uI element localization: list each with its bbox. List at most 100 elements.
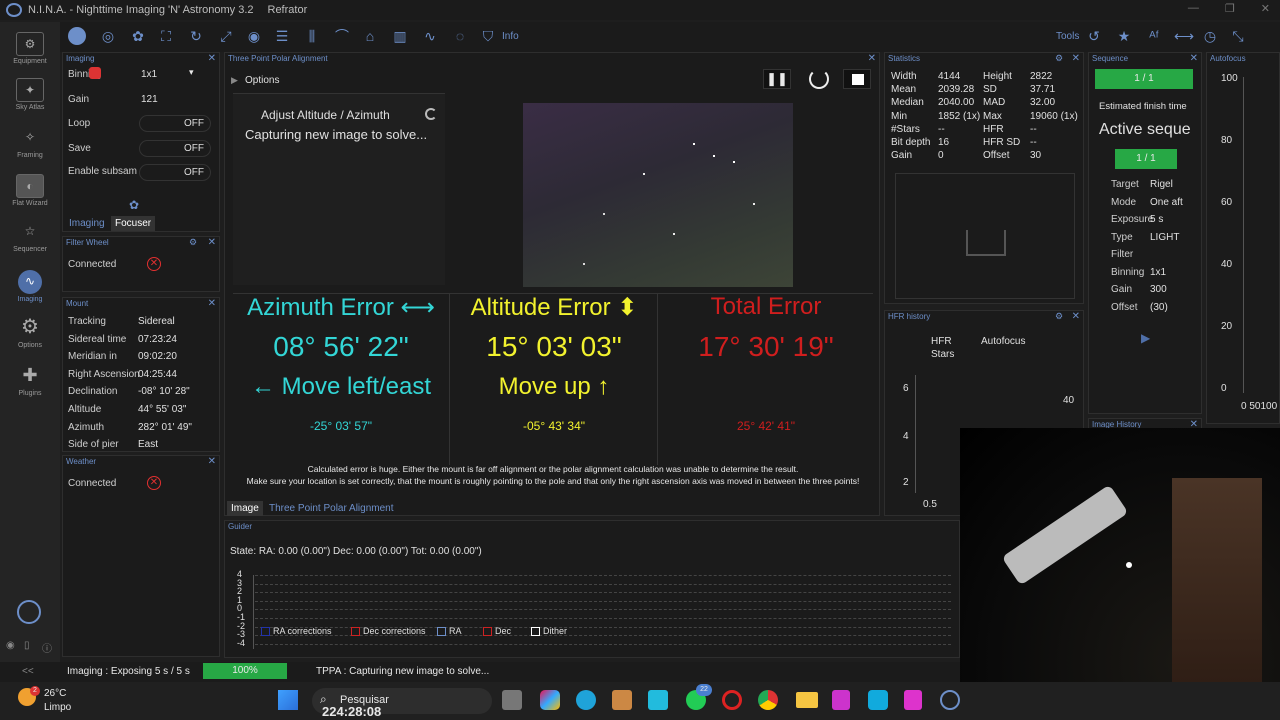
close-icon[interactable]: ✕ [208,456,216,468]
nav-sequencer[interactable]: ☆ Sequencer [0,220,60,253]
capture-button[interactable]: ✿ [129,198,139,212]
filter-wheel-icon[interactable]: ◎ [98,26,118,46]
weather-panel: Weather ✕ Connected ✕ [62,455,220,657]
nav-sky-atlas[interactable]: ✦ Sky Atlas [0,78,60,111]
histogram-icon[interactable]: ▥ [390,26,410,46]
options-chevron-icon[interactable]: ▶ [231,75,238,86]
dome-icon[interactable]: ⌒ [332,26,352,46]
app-icon[interactable] [648,690,668,710]
opera-icon[interactable] [722,690,742,710]
af-icon[interactable]: ᴬᶠ [1144,26,1164,46]
gain-label: Gain [68,94,90,105]
options-expander[interactable]: Options [245,75,279,86]
tppa-status: TPPA : Capturing new image to solve... [316,666,490,677]
copilot-icon[interactable] [540,690,560,710]
close-icon[interactable]: ✕ [208,298,216,310]
tab-focuser[interactable]: Focuser [111,216,156,231]
book-icon[interactable]: ▯ [24,640,30,651]
observatory-icon[interactable]: ⌂ [360,26,380,46]
power-icon[interactable] [17,600,41,624]
hfr-y-2: 2 [903,477,909,488]
tab-imaging[interactable]: Imaging [65,216,109,231]
eye-icon[interactable]: ◉ [6,640,15,651]
folder-icon[interactable] [796,692,818,708]
nav-imaging[interactable]: ∿ Imaging [0,270,60,303]
onenote-2-icon[interactable] [904,690,922,710]
nav-flat-wizard[interactable]: ◐ Flat Wizard [0,174,60,207]
nina-taskbar-icon[interactable] [940,690,960,710]
subsample-toggle[interactable]: OFF [139,164,211,181]
sequence-row-label: Offset [1111,301,1138,313]
sliders-icon[interactable]: ⫼ [302,26,322,46]
nav-framing[interactable]: ✧ Framing [0,126,60,159]
close-icon[interactable]: ✕ [868,53,876,65]
gain-input[interactable]: 121 [141,94,158,105]
altitude-error-heading: Altitude Error ⬍ [470,294,638,321]
store-icon[interactable] [612,690,632,710]
close-icon[interactable]: ✕ [1072,53,1080,65]
expand-icon[interactable]: ⤡ [1228,26,1248,46]
left-navigation: ⚙ Equipment ✦ Sky Atlas ✧ Framing ◐ Flat Wiz… [0,22,60,662]
focuser-icon[interactable]: ✿ [128,26,148,46]
settings-icon[interactable]: ⚙ [1055,311,1063,322]
plugins-icon: ✚ [22,365,38,385]
maximize-icon[interactable]: ❐ [1225,2,1235,15]
close-icon[interactable]: ✕ [1072,311,1080,323]
nav-plugins[interactable]: ✚ Plugins [0,364,60,397]
chevron-down-icon[interactable]: ▾ [189,67,194,78]
windows-start-icon[interactable] [278,690,298,710]
close-icon[interactable]: ✕ [208,237,216,249]
play-icon[interactable]: ▶ [1141,331,1150,345]
shield-icon[interactable]: ⛉ [478,26,498,46]
stat-value: 4144 [938,71,961,82]
tab-three-point-polar-alignment[interactable]: Three Point Polar Alignment [265,501,398,516]
spinner-icon [425,108,437,120]
stat-label: Gain [891,150,913,162]
list-icon[interactable]: ☰ [272,26,292,46]
nav-options[interactable]: ⚙ Options [0,316,60,349]
measure-icon[interactable]: ⟷ [1174,26,1194,46]
tab-image[interactable]: Image [227,501,263,516]
error-divider-1 [449,293,450,465]
target-icon[interactable]: ◉ [244,26,264,46]
guider-legend-item: Dither [543,626,568,636]
nav-equipment[interactable]: ⚙ Equipment [0,32,60,65]
history-icon[interactable]: ◷ [1200,26,1220,46]
collapse-icon[interactable]: << [22,666,34,677]
task-view-icon[interactable] [502,690,522,710]
stat-label: HFR SD [983,137,1021,148]
frame-icon[interactable]: ⛶ [156,26,176,46]
stop-button[interactable] [843,69,871,89]
star-icon[interactable]: ★ [1114,26,1134,46]
camera-icon[interactable] [68,27,86,45]
mount-row-value: 44° 55' 03" [138,404,187,415]
close-icon[interactable]: ✕ [208,53,216,65]
edge-icon[interactable] [576,690,596,710]
settings-icon[interactable]: ⚙ [1055,53,1063,64]
guider-legend-item: RA corrections [273,626,332,636]
app-blue-icon[interactable] [868,690,888,710]
chrome-icon[interactable] [758,690,778,710]
onenote-icon[interactable] [832,690,850,710]
close-icon[interactable]: ✕ [1190,53,1198,65]
info-button[interactable]: Info [502,31,519,42]
about-icon[interactable]: ⓘ [42,640,52,655]
rotator-icon[interactable]: ↻ [186,26,206,46]
pause-button[interactable]: ❚❚ [763,69,791,89]
telescope-icon[interactable]: ⤢ [216,26,236,46]
weather-badge: 2 [30,686,40,696]
mount-row-value: Sidereal [138,316,175,327]
guiding-graph-icon[interactable]: ∿ [420,26,440,46]
azimuth-error-heading: Azimuth Error ⟷ [247,294,435,321]
save-toggle[interactable]: OFF [139,140,211,157]
loop-toggle[interactable]: OFF [139,115,211,132]
minimize-icon[interactable]: — [1188,2,1199,15]
mount-row-value: -08° 10' 28" [138,386,190,398]
settings-icon[interactable]: ⚙ [189,237,197,248]
bulb-icon[interactable]: ◌ [450,26,470,46]
sequence-row-value: 300 [1150,284,1167,295]
stat-label: Mean [891,84,917,96]
close-icon[interactable]: ✕ [1261,2,1270,15]
reset-icon[interactable]: ↺ [1084,26,1104,46]
autofocus-x-ticks: 0 50100 [1241,401,1278,412]
